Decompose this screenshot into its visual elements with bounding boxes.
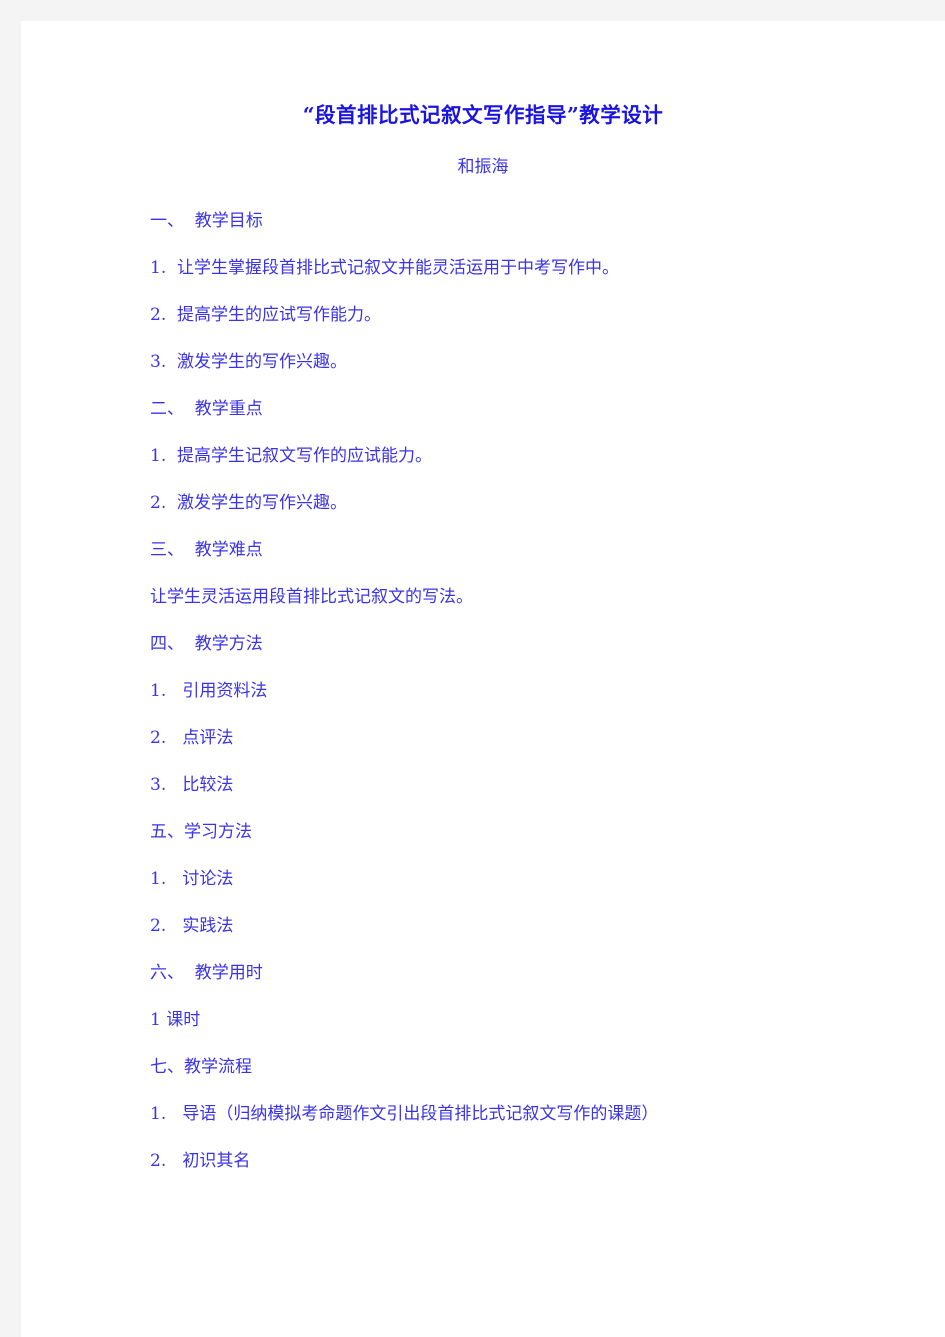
section-heading: 三、 教学难点: [150, 539, 263, 560]
section-heading: 七、教学流程: [150, 1056, 252, 1077]
document-title: “段首排比式记叙文写作指导”教学设计: [302, 103, 664, 127]
content-line: 1 课时: [150, 1009, 201, 1030]
content-line: 让学生灵活运用段首排比式记叙文的写法。: [150, 586, 473, 607]
content-line: 1. 引用资料法: [150, 680, 268, 701]
document-content-lines: 一、 教学目标 1. 让学生掌握段首排比式记叙文并能灵活运用于中考写作中。 2. 提…: [21, 178, 945, 1197]
section-heading: 六、 教学用时: [150, 962, 263, 983]
section-heading: 五、学习方法: [150, 821, 252, 842]
section-heading: 四、 教学方法: [150, 633, 263, 654]
document-page: “段首排比式记叙文写作指导”教学设计 和振海 一、 教学目标 1. 让学生掌握段首…: [21, 21, 945, 1337]
content-line: 1. 让学生掌握段首排比式记叙文并能灵活运用于中考写作中。: [150, 257, 620, 278]
content-line: 2. 实践法: [150, 915, 234, 936]
section-heading: 一、 教学目标: [150, 210, 263, 231]
document-author-byline: 和振海: [457, 156, 509, 177]
content-line: 2. 点评法: [150, 727, 234, 748]
content-line: 1. 提高学生记叙文写作的应试能力。: [150, 445, 433, 466]
content-line: 3. 激发学生的写作兴趣。: [150, 351, 348, 372]
content-line: 3. 比较法: [150, 774, 234, 795]
content-line: 1. 导语（归纳模拟考命题作文引出段首排比式记叙文写作的课题）: [150, 1103, 659, 1124]
section-heading: 二、 教学重点: [150, 398, 263, 419]
content-line: 2. 激发学生的写作兴趣。: [150, 492, 348, 513]
content-line: 2. 提高学生的应试写作能力。: [150, 304, 382, 325]
content-line: 2. 初识其名: [150, 1150, 251, 1171]
document-body: “段首排比式记叙文写作指导”教学设计 和振海 一、 教学目标 1. 让学生掌握段首…: [21, 21, 945, 1197]
content-line: 1. 讨论法: [150, 868, 234, 889]
